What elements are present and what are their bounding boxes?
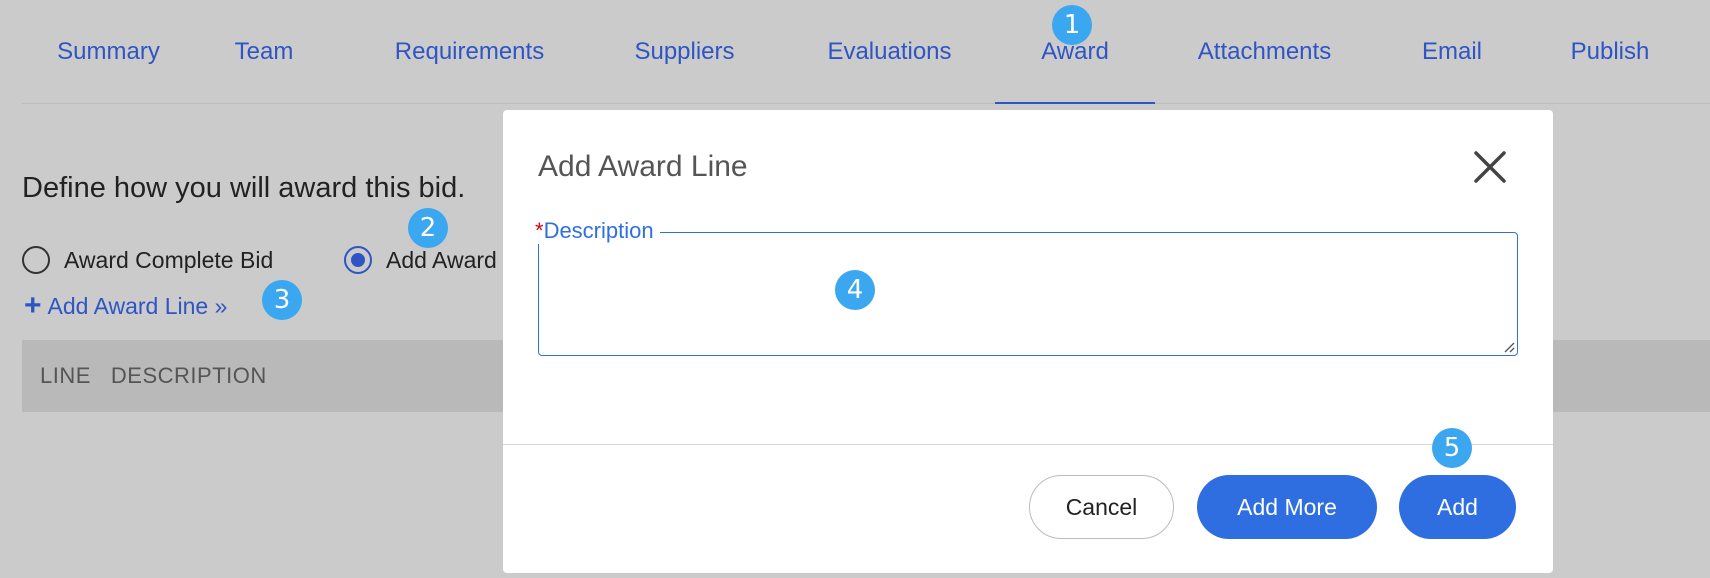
radio-button[interactable]	[22, 246, 50, 274]
step-badge-3: 3	[262, 280, 302, 320]
tab-bar: Summary Team Requirements Suppliers Eval…	[22, 0, 1710, 104]
plus-icon: +	[24, 289, 42, 322]
description-field	[538, 232, 1518, 356]
radio-label: Add Award	[386, 246, 497, 273]
modal-footer-divider	[503, 444, 1553, 445]
cancel-button[interactable]: Cancel	[1029, 475, 1174, 539]
add-award-line-link[interactable]: + Add Award Line »	[24, 291, 227, 321]
tab-suppliers[interactable]: Suppliers	[632, 38, 737, 104]
add-button[interactable]: Add	[1399, 475, 1516, 539]
modal-title: Add Award Line	[538, 150, 748, 183]
tab-requirements[interactable]: Requirements	[392, 38, 547, 104]
radio-award-complete-bid[interactable]: Award Complete Bid	[22, 246, 273, 274]
tab-award[interactable]: Award	[995, 38, 1155, 104]
resize-grip-icon[interactable]	[1501, 339, 1515, 353]
radio-add-award[interactable]: Add Award	[344, 246, 497, 274]
radio-label: Award Complete Bid	[64, 246, 274, 273]
required-mark: *	[535, 218, 544, 243]
add-award-line-label: Add Award Line »	[47, 292, 228, 319]
close-icon[interactable]	[1473, 150, 1507, 184]
description-label: *Description	[529, 218, 660, 244]
add-more-button[interactable]: Add More	[1197, 475, 1377, 539]
step-badge-4: 4	[835, 270, 875, 310]
description-input[interactable]	[551, 251, 1501, 345]
tab-attachments[interactable]: Attachments	[1192, 38, 1337, 104]
award-heading: Define how you will award this bid.	[22, 172, 466, 204]
tab-team[interactable]: Team	[234, 38, 294, 104]
column-header-line: LINE	[40, 363, 91, 388]
tab-evaluations[interactable]: Evaluations	[822, 38, 957, 104]
description-label-text: Description	[543, 218, 654, 243]
column-header-description: DESCRIPTION	[110, 363, 267, 388]
tab-publish[interactable]: Publish	[1565, 38, 1655, 104]
step-badge-2: 2	[408, 208, 448, 248]
add-award-line-modal: Add Award Line *Description 4 Cancel Add…	[503, 110, 1553, 573]
tab-email[interactable]: Email	[1417, 38, 1487, 104]
step-badge-5: 5	[1432, 428, 1472, 468]
radio-button-selected[interactable]	[344, 246, 372, 274]
step-badge-1: 1	[1052, 5, 1092, 45]
tab-summary[interactable]: Summary	[57, 38, 160, 104]
